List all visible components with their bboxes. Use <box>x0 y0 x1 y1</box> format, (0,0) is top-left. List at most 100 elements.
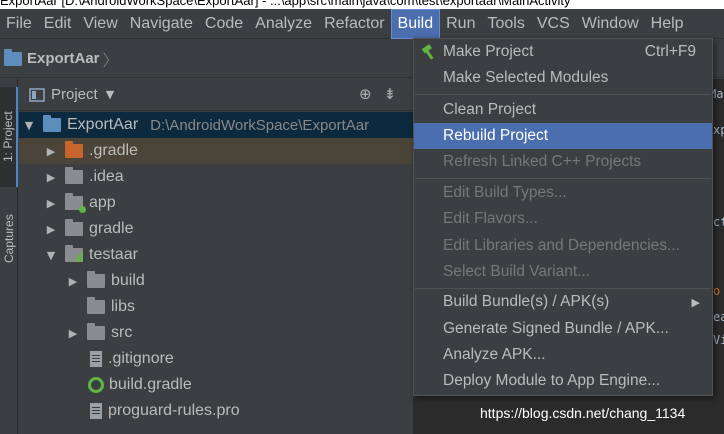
panel-tools: ⊕ ⇟ <box>359 85 396 103</box>
folder-icon <box>65 219 83 236</box>
tree-label: src <box>111 324 133 341</box>
tree-row-libs[interactable]: ▶ libs <box>19 294 413 320</box>
menu-window[interactable]: Window <box>576 9 645 39</box>
tree-label: gradle <box>89 220 134 237</box>
menu-item-analyze-apk[interactable]: Analyze APK... <box>414 342 712 368</box>
text-file-icon <box>90 351 102 367</box>
tree-label: libs <box>111 298 136 315</box>
tree-row-testaar[interactable]: ▼ testaar <box>19 242 413 268</box>
locate-icon[interactable]: ⊕ <box>359 85 372 103</box>
menu-item-make-project[interactable]: Make Project Ctrl+F9 <box>414 39 712 65</box>
tree-row-src[interactable]: ▶ src <box>19 320 413 346</box>
menu-navigate[interactable]: Navigate <box>124 9 199 39</box>
collapse-arrow-icon[interactable]: ▶ <box>67 327 79 340</box>
breadcrumb-separator-icon: 〉 <box>102 50 119 70</box>
menu-refactor[interactable]: Refactor <box>318 9 390 39</box>
project-folder-icon <box>4 48 22 66</box>
tree-row-proguard[interactable]: ▶ proguard-rules.pro <box>19 398 413 424</box>
tree-row-app[interactable]: ▶ app <box>19 190 413 216</box>
editor-fragment: ct <box>713 215 724 229</box>
menu-separator <box>415 178 711 179</box>
folder-icon <box>65 141 83 158</box>
menu-item-rebuild-project[interactable]: Rebuild Project <box>414 123 712 149</box>
tree-label: build <box>111 272 145 289</box>
menu-item-refresh-linked-cpp: Refresh Linked C++ Projects <box>443 153 642 170</box>
menu-item-edit-flavors: Edit Flavors... <box>443 210 538 227</box>
folder-icon <box>65 167 83 184</box>
menu-vcs[interactable]: VCS <box>531 9 576 39</box>
collapse-arrow-icon[interactable]: ▶ <box>45 197 57 210</box>
menu-run[interactable]: Run <box>440 9 481 39</box>
project-panel-header: Project ▼ ⊕ ⇟ <box>19 79 413 111</box>
menu-edit[interactable]: Edit <box>38 9 78 39</box>
menu-item-select-build-variant: Select Build Variant... <box>443 263 591 280</box>
collapse-arrow-icon[interactable]: ▶ <box>45 223 57 236</box>
tree-row-build-gradle[interactable]: ▶ build.gradle <box>19 372 413 398</box>
expand-arrow-icon[interactable]: ▼ <box>45 249 57 262</box>
tree-label: ExportAar <box>67 116 139 133</box>
menu-item-generate-signed[interactable]: Generate Signed Bundle / APK... <box>414 316 712 342</box>
chevron-down-icon[interactable]: ▼ <box>106 88 114 101</box>
shortcut-label: Ctrl+F9 <box>644 43 696 60</box>
breadcrumb-project[interactable]: ExportAar <box>27 50 100 67</box>
folder-icon <box>87 297 105 314</box>
text-file-icon <box>90 403 102 419</box>
project-tool-tab[interactable]: 1: Project <box>0 87 18 187</box>
menu-analyze[interactable]: Analyze <box>249 9 318 39</box>
tree-row-idea[interactable]: ▶ .idea <box>19 164 413 190</box>
collapse-all-icon[interactable]: ⇟ <box>384 85 397 103</box>
menu-bar: File Edit View Navigate Code Analyze Ref… <box>0 8 724 39</box>
menu-file[interactable]: File <box>0 9 38 39</box>
window-title: ExportAar [D:\AndroidWorkSpace\ExportAar… <box>0 0 571 8</box>
left-tool-stripe: 1: Project Captures <box>0 79 18 434</box>
folder-icon <box>87 271 105 288</box>
tree-label: .idea <box>89 168 124 185</box>
tree-label: .gitignore <box>108 350 174 367</box>
editor-fragment: Vi <box>713 333 724 347</box>
hammer-icon <box>421 44 434 60</box>
collapse-arrow-icon[interactable]: ▶ <box>45 145 57 158</box>
menu-help[interactable]: Help <box>645 9 690 39</box>
editor-fragment: ea <box>713 310 724 324</box>
watermark-text: https://blog.csdn.net/chang_1134 <box>480 405 686 421</box>
menu-separator <box>415 94 711 95</box>
module-folder-icon <box>43 115 61 132</box>
tree-row-build[interactable]: ▶ build <box>19 268 413 294</box>
expand-arrow-icon[interactable]: ▼ <box>23 119 35 132</box>
tree-label: .gradle <box>89 142 138 159</box>
project-tab-label: 1: Project <box>1 111 15 163</box>
tree-label: proguard-rules.pro <box>108 402 240 419</box>
build-menu-dropdown: Make Project Ctrl+F9 Make Selected Modul… <box>413 38 713 396</box>
collapse-arrow-icon[interactable]: ▶ <box>67 275 79 288</box>
tree-row-root[interactable]: ▼ ExportAar D:\AndroidWorkSpace\ExportAa… <box>19 112 413 138</box>
captures-tool-tab[interactable]: Captures <box>0 199 18 279</box>
project-tree: ▼ ExportAar D:\AndroidWorkSpace\ExportAa… <box>19 112 413 434</box>
menu-item-make-selected-modules[interactable]: Make Selected Modules <box>414 65 712 91</box>
project-view-icon <box>29 87 45 102</box>
tree-label: testaar <box>89 246 138 263</box>
menu-item-deploy-module[interactable]: Deploy Module to App Engine... <box>414 368 712 394</box>
tree-path: D:\AndroidWorkSpace\ExportAar <box>150 116 370 134</box>
tree-row-gitignore[interactable]: ▶ .gitignore <box>19 346 413 372</box>
menu-item-build-bundles[interactable]: Build Bundle(s) / APK(s) ▶ <box>414 289 712 315</box>
folder-icon <box>87 323 105 340</box>
ide-window: ExportAar [D:\AndroidWorkSpace\ExportAar… <box>0 0 724 434</box>
menu-build[interactable]: Build <box>390 8 441 39</box>
captures-tab-label: Captures <box>2 214 16 264</box>
editor-fragment: o <box>713 284 721 298</box>
tree-row-gradle[interactable]: ▶ gradle <box>19 216 413 242</box>
library-module-icon <box>65 245 83 262</box>
collapse-arrow-icon[interactable]: ▶ <box>45 171 57 184</box>
menu-item-clean-project[interactable]: Clean Project <box>414 97 712 123</box>
editor-fragment: xp <box>713 123 724 137</box>
tree-label: build.gradle <box>109 376 192 393</box>
menu-item-edit-libraries: Edit Libraries and Dependencies... <box>443 237 680 254</box>
submenu-arrow-icon: ▶ <box>691 295 700 309</box>
menu-code[interactable]: Code <box>199 9 249 39</box>
project-view-selector[interactable]: Project <box>51 86 98 103</box>
tree-label: app <box>89 194 116 211</box>
menu-view[interactable]: View <box>77 9 123 39</box>
menu-tools[interactable]: Tools <box>481 9 530 39</box>
tree-row-gradle-dir[interactable]: ▶ .gradle <box>19 138 413 164</box>
android-module-icon <box>65 193 86 213</box>
